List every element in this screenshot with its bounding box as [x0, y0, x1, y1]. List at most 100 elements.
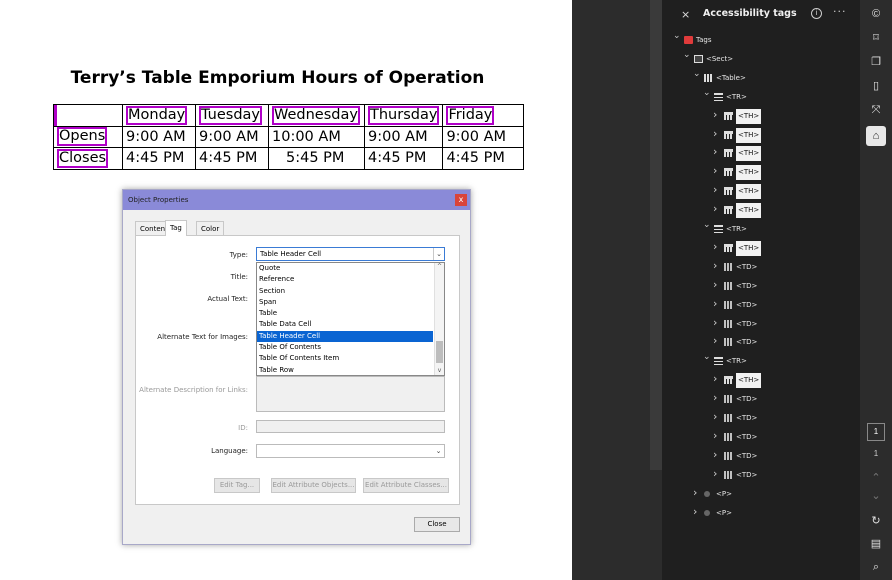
chevron-right-icon[interactable]: ›: [713, 260, 717, 271]
edit-attribute-objects-button[interactable]: Edit Attribute Objects...: [271, 478, 356, 493]
scroll-up-icon[interactable]: ^: [435, 263, 444, 270]
type-option[interactable]: Section: [257, 286, 433, 297]
tree-item[interactable]: › <TD>: [662, 277, 860, 296]
type-select[interactable]: Table Header Cell ⌄: [256, 247, 445, 261]
type-option[interactable]: Table Data Cell: [257, 319, 433, 330]
chevron-right-icon[interactable]: ›: [713, 449, 717, 460]
chevron-down-icon[interactable]: ⌄: [683, 50, 691, 60]
type-option[interactable]: Table Header Cell: [257, 330, 433, 343]
dialog-close-button[interactable]: x: [455, 194, 467, 206]
chevron-right-icon[interactable]: ›: [693, 506, 697, 517]
tree-item[interactable]: › <TD>: [662, 333, 860, 352]
tree-item[interactable]: › <TD>: [662, 296, 860, 315]
tree-item[interactable]: › <TH>: [662, 371, 860, 390]
type-option[interactable]: Span: [257, 297, 433, 308]
chevron-right-icon[interactable]: ›: [713, 241, 717, 252]
type-option[interactable]: Table Of Contents: [257, 342, 433, 353]
tree-item[interactable]: ⌄ <Sect>: [662, 50, 860, 69]
chevron-down-icon[interactable]: ⌄: [673, 32, 681, 41]
comment-icon[interactable]: ©: [868, 6, 884, 22]
tab-color[interactable]: Color: [196, 221, 225, 235]
tree-item[interactable]: ⌄ Tags: [662, 31, 860, 50]
info-icon[interactable]: i: [811, 8, 822, 19]
chevron-right-icon[interactable]: ›: [713, 146, 717, 157]
chevron-down-icon[interactable]: ⌄: [693, 69, 701, 79]
chevron-down-icon: ⌄: [435, 447, 442, 455]
page-down-icon[interactable]: ⌄: [868, 488, 884, 504]
page-number-box[interactable]: 1: [867, 423, 885, 441]
chevron-right-icon[interactable]: ›: [713, 411, 717, 422]
tr-icon: [714, 92, 723, 101]
bookmark-icon[interactable]: ⌑: [868, 30, 884, 46]
zoom-icon[interactable]: ⌕: [868, 559, 884, 575]
edit-attribute-classes-button[interactable]: Edit Attribute Classes...: [363, 478, 449, 493]
scroll-down-icon[interactable]: v: [435, 367, 444, 374]
tree-item[interactable]: ⌄ <TR>: [662, 220, 860, 239]
document-scrollbar[interactable]: [650, 0, 662, 470]
tree-item[interactable]: › <TH>: [662, 144, 860, 163]
chevron-down-icon[interactable]: ⌄: [703, 221, 711, 230]
type-option[interactable]: Quote: [257, 263, 433, 274]
tree-item[interactable]: › <TD>: [662, 428, 860, 447]
tree-item[interactable]: › <TD>: [662, 447, 860, 466]
chevron-down-icon[interactable]: ⌄: [703, 88, 711, 98]
document-icon[interactable]: ▯: [868, 78, 884, 94]
header-cell-text: Closes: [57, 148, 109, 168]
chevron-right-icon[interactable]: ›: [693, 487, 697, 498]
tree-item[interactable]: › <TH>: [662, 201, 860, 220]
close-button[interactable]: Close: [414, 517, 460, 532]
tree-item[interactable]: › <TH>: [662, 239, 860, 258]
tree-item[interactable]: › <P>: [662, 504, 860, 523]
chevron-right-icon[interactable]: ›: [713, 203, 717, 214]
tree-item[interactable]: ⌄ <Table>: [662, 69, 860, 88]
chevron-right-icon[interactable]: ›: [713, 317, 717, 328]
p-icon: [704, 490, 710, 497]
chevron-right-icon[interactable]: ›: [713, 165, 717, 176]
tree-item[interactable]: › <TD>: [662, 466, 860, 485]
chevron-right-icon[interactable]: ›: [713, 335, 717, 346]
more-options-icon[interactable]: ···: [833, 5, 847, 18]
tree-item[interactable]: › <TD>: [662, 390, 860, 409]
type-option[interactable]: Table Of Contents Item: [257, 353, 433, 364]
chevron-down-icon[interactable]: ⌄: [703, 353, 711, 362]
page-up-icon[interactable]: ⌃: [868, 470, 884, 486]
language-select[interactable]: ⌄: [256, 444, 445, 458]
type-option[interactable]: Reference: [257, 274, 433, 285]
tree-item-label: <TH>: [736, 373, 762, 389]
chevron-right-icon[interactable]: ›: [713, 373, 717, 384]
chevron-right-icon[interactable]: ›: [713, 128, 717, 139]
chevron-right-icon[interactable]: ›: [713, 109, 717, 120]
chevron-right-icon[interactable]: ›: [713, 184, 717, 195]
tree-item-label: <P>: [716, 508, 732, 517]
chevron-right-icon[interactable]: ›: [713, 392, 717, 403]
tree-item[interactable]: › <TH>: [662, 163, 860, 182]
tree-item[interactable]: › <TH>: [662, 182, 860, 201]
close-icon[interactable]: ×: [681, 8, 690, 21]
refresh-icon[interactable]: ↻: [868, 513, 884, 529]
tree-item[interactable]: › <TD>: [662, 315, 860, 334]
tree-item[interactable]: ⌄ <TR>: [662, 352, 860, 371]
chevron-right-icon[interactable]: ›: [713, 468, 717, 479]
type-dropdown-list[interactable]: Quote Reference Section Span Table Table Data…: [256, 262, 445, 376]
tree-item[interactable]: › <TD>: [662, 409, 860, 428]
tree-item[interactable]: ⌄ <TR>: [662, 88, 860, 107]
dropdown-scrollbar[interactable]: ^ v: [434, 263, 444, 375]
scroll-thumb[interactable]: [436, 341, 443, 363]
pages-icon[interactable]: ❐: [868, 54, 884, 70]
type-option[interactable]: Table: [257, 308, 433, 319]
table-cell: 4:45 PM: [442, 147, 525, 170]
save-file-icon[interactable]: ▤: [868, 536, 884, 552]
chevron-right-icon[interactable]: ›: [713, 298, 717, 309]
chevron-right-icon[interactable]: ›: [713, 430, 717, 441]
chevron-right-icon[interactable]: ›: [713, 279, 717, 290]
tree-item-label: <TH>: [736, 108, 762, 124]
accessibility-tags-icon[interactable]: ⌂: [866, 126, 886, 146]
tree-item[interactable]: › <TH>: [662, 107, 860, 126]
edit-tag-button[interactable]: Edit Tag...: [214, 478, 260, 493]
tree-item[interactable]: › <TH>: [662, 126, 860, 145]
type-option[interactable]: Table Row: [257, 365, 433, 376]
reading-order-icon[interactable]: ⤧: [868, 102, 884, 118]
tab-tag[interactable]: Tag: [165, 220, 187, 236]
tree-item[interactable]: › <TD>: [662, 258, 860, 277]
tree-item[interactable]: › <P>: [662, 485, 860, 504]
